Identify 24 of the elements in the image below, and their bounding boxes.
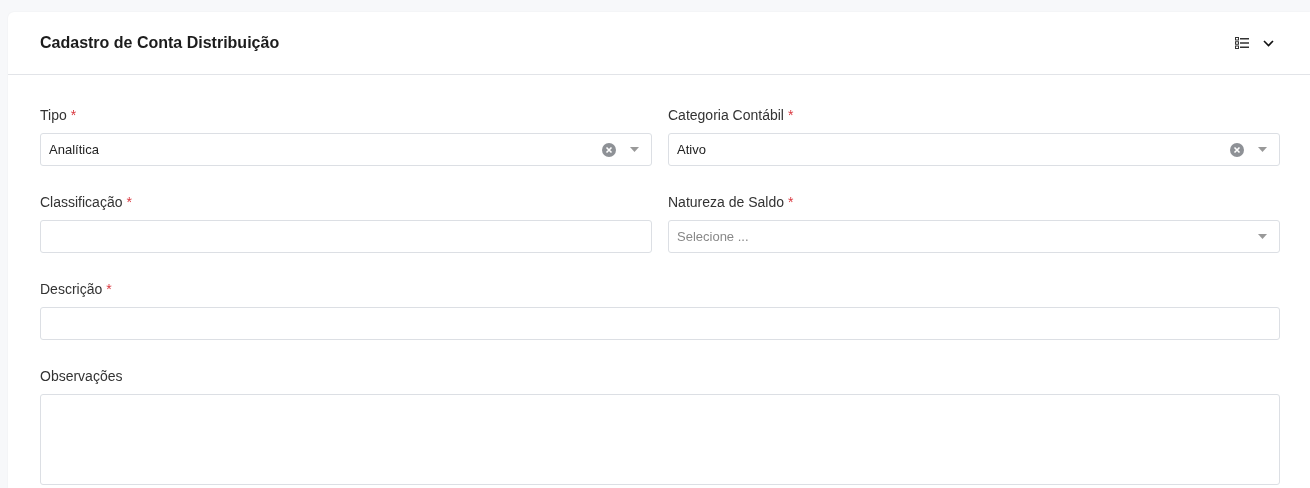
card-title: Cadastro de Conta Distribuição [40,34,281,52]
input-field[interactable] [40,307,1280,340]
dropdown-caret-icon[interactable] [1258,147,1267,152]
dropdown-caret-icon[interactable] [630,147,639,152]
select-field[interactable]: Ativo [668,133,1280,166]
select-field[interactable]: Selecione ... [668,220,1280,253]
required-mark: * [787,106,794,125]
field-label: Natureza de Saldo [668,193,784,212]
required-mark: * [106,280,112,299]
required-mark: * [126,193,132,212]
field-label: Tipo [40,106,67,125]
field-label: Categoria Contábil [668,106,784,125]
select-field[interactable]: Analítica [40,133,652,166]
input-field[interactable] [40,220,652,253]
required-mark: * [787,193,794,212]
list-icon[interactable] [1235,37,1249,49]
field-label: Classificação [40,193,123,212]
required-mark: * [70,106,77,125]
clear-icon[interactable] [1230,142,1244,157]
clear-icon[interactable] [602,142,616,157]
field-label: Descrição [40,280,103,299]
field-label: Observações [40,367,123,386]
dropdown-caret-icon[interactable] [1258,234,1267,239]
chevron-down-icon[interactable] [1263,39,1274,47]
